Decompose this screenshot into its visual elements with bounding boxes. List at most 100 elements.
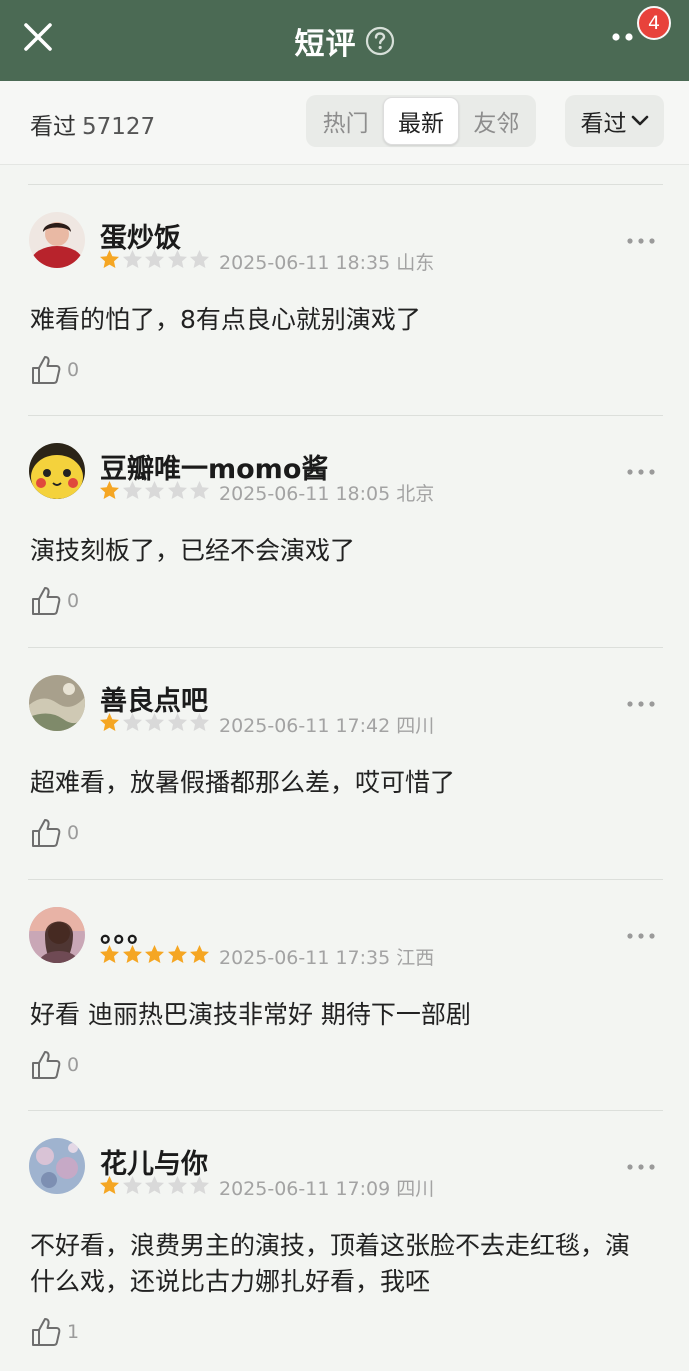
dropdown-label: 看过 [580, 111, 627, 137]
review-meta: 2025-06-11 17:09 四川 [219, 1174, 434, 1201]
review-content: 好看 迪丽热巴演技非常好 期待下一部剧 [30, 1000, 471, 1029]
review-location: 山东 [396, 252, 435, 274]
star-empty-icon [190, 481, 210, 499]
like-button[interactable]: 0 [30, 817, 79, 849]
review-date: 2025-06-11 17:35 [219, 947, 391, 969]
star-empty-icon [122, 1176, 142, 1194]
like-button[interactable]: 0 [30, 585, 79, 617]
review-content: 超难看，放暑假播都那么差，哎可惜了 [30, 768, 456, 797]
thumbs-up-icon [32, 1318, 61, 1346]
star-empty-icon [167, 250, 187, 268]
review-location: 江西 [396, 947, 435, 969]
star-empty-icon [145, 1176, 165, 1194]
review-content: 难看的怕了，8有点良心就别演戏了 [30, 305, 421, 334]
star-empty-icon [190, 250, 210, 268]
more-options-icon[interactable] [626, 467, 656, 477]
portrait-photo-icon [29, 907, 85, 963]
avatar[interactable] [29, 1138, 85, 1194]
flower-photo-icon [29, 1138, 85, 1194]
avatar[interactable] [29, 907, 85, 963]
like-button[interactable]: 0 [30, 354, 79, 386]
review-date: 2025-06-11 18:35 [219, 252, 391, 274]
review-date: 2025-06-11 17:42 [219, 715, 391, 737]
divider [28, 415, 663, 416]
notification-badge: 4 [637, 6, 671, 40]
divider [28, 647, 663, 648]
chevron-down-icon [631, 115, 648, 126]
like-count: 0 [67, 359, 80, 381]
rating-stars [99, 480, 212, 501]
star-empty-icon [190, 1176, 210, 1194]
star-filled-icon [100, 250, 119, 268]
star-filled-icon [100, 481, 119, 499]
thumbs-up-icon [32, 587, 61, 615]
star-filled-icon [122, 945, 142, 963]
divider [28, 1110, 663, 1111]
more-options-icon[interactable] [626, 699, 656, 709]
like-count: 0 [67, 822, 80, 844]
star-empty-icon [167, 481, 187, 499]
tab-latest[interactable]: 最新 [383, 97, 459, 145]
review-content: 不好看，浪费男主的演技，顶着这张脸不去走红毯，演什么戏，还说比古力娜扎好看，我呸 [30, 1231, 631, 1296]
thumbs-up-icon [32, 819, 61, 847]
star-empty-icon [145, 481, 165, 499]
rating-stars [99, 944, 212, 965]
review-date: 2025-06-11 18:05 [219, 483, 391, 505]
more-options-icon[interactable] [626, 1162, 656, 1172]
review-meta: 2025-06-11 18:05 北京 [219, 479, 434, 506]
star-filled-icon [100, 713, 119, 731]
status-dropdown[interactable]: 看过 [565, 95, 664, 147]
star-empty-icon [167, 1176, 187, 1194]
avatar[interactable] [29, 675, 85, 731]
sort-tabs: 热门 最新 友邻 [306, 95, 536, 147]
star-filled-icon [100, 1176, 119, 1194]
star-empty-icon [122, 713, 142, 731]
review-meta: 2025-06-11 17:42 四川 [219, 711, 434, 738]
star-empty-icon [122, 250, 142, 268]
star-empty-icon [145, 250, 165, 268]
like-button[interactable]: 0 [30, 1049, 79, 1081]
landscape-photo-icon [29, 675, 85, 731]
star-empty-icon [190, 713, 210, 731]
star-filled-icon [100, 945, 119, 963]
review-meta: 2025-06-11 17:35 江西 [219, 943, 434, 970]
avatar[interactable] [29, 443, 85, 499]
review-location: 北京 [396, 483, 435, 505]
rating-stars [99, 712, 212, 733]
more-options-icon[interactable] [626, 236, 656, 246]
like-count: 0 [67, 1054, 80, 1076]
like-count: 1 [67, 1321, 80, 1343]
avatar[interactable] [29, 212, 85, 268]
thumbs-up-icon [32, 356, 61, 384]
review-date: 2025-06-11 17:09 [219, 1178, 391, 1200]
like-button[interactable]: 1 [30, 1316, 79, 1348]
watched-label: 看过 [30, 114, 76, 140]
star-empty-icon [122, 481, 142, 499]
review-meta: 2025-06-11 18:35 山东 [219, 248, 434, 275]
more-options-icon[interactable] [626, 931, 656, 941]
pikachu-icon [29, 443, 85, 499]
star-filled-icon [190, 945, 210, 963]
star-empty-icon [167, 713, 187, 731]
thumbs-up-icon [32, 1051, 61, 1079]
person-photo-icon [29, 212, 85, 268]
review-location: 四川 [396, 715, 435, 737]
divider [28, 184, 663, 185]
rating-stars [99, 249, 212, 270]
rating-stars [99, 1175, 212, 1196]
review-location: 四川 [396, 1178, 435, 1200]
tab-hot[interactable]: 热门 [308, 97, 383, 145]
tab-friends[interactable]: 友邻 [459, 97, 534, 145]
star-filled-icon [145, 945, 165, 963]
review-content: 演技刻板了，已经不会演戏了 [30, 536, 356, 565]
filter-bar: 看过 57127 热门 最新 友邻 看过 [0, 81, 689, 165]
watched-summary: 看过 57127 [30, 107, 155, 141]
watched-count: 57127 [82, 114, 156, 140]
star-empty-icon [145, 713, 165, 731]
divider [28, 879, 663, 880]
star-filled-icon [167, 945, 187, 963]
help-icon[interactable] [365, 26, 395, 56]
page-title: 短评 [294, 26, 357, 62]
like-count: 0 [67, 590, 80, 612]
title-wrap: 短评 [0, 0, 689, 81]
